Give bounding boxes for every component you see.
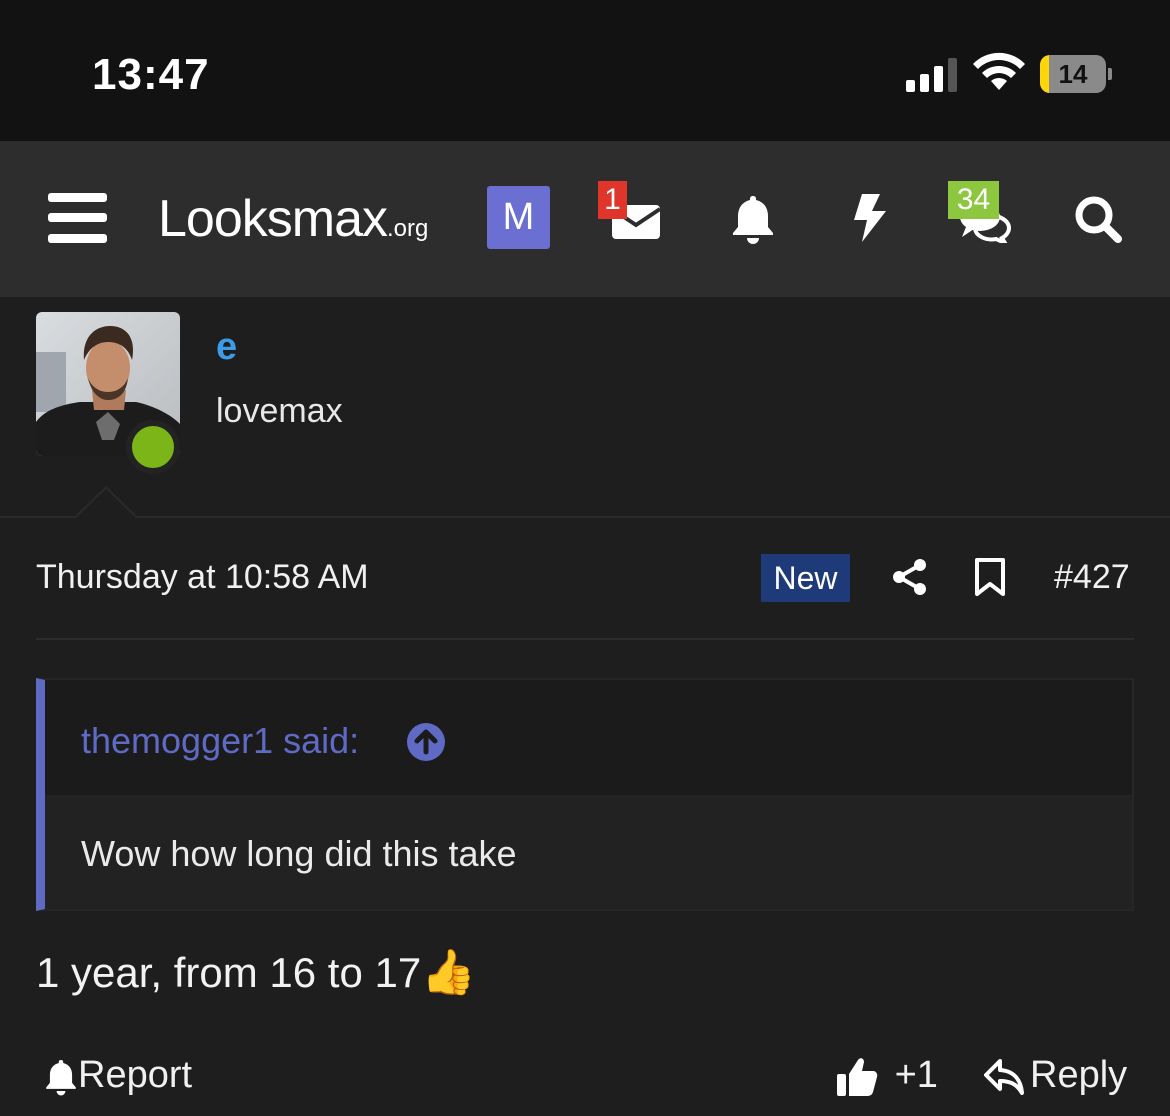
thumbs-up-emoji: 👍 (421, 948, 477, 997)
post-date[interactable]: Thursday at 10:58 AM (36, 558, 369, 597)
go-to-quoted-post-icon[interactable] (406, 722, 446, 762)
battery-icon: 14 (1040, 55, 1112, 93)
post-number-link[interactable]: #427 (1054, 558, 1130, 597)
reply-arrow-icon (984, 1058, 1024, 1095)
share-icon[interactable] (890, 557, 930, 597)
site-logo[interactable]: Looksmax.org (158, 189, 428, 249)
lightning-icon[interactable] (852, 194, 888, 242)
report-label: Report (78, 1054, 193, 1096)
menu-icon[interactable] (48, 193, 108, 243)
inbox-count-badge: 1 (598, 181, 627, 219)
status-bar: 13:47 14 (0, 0, 1170, 141)
logo-tld-text: .org (387, 215, 429, 242)
quote-author-link[interactable]: themogger1 said: (81, 720, 359, 762)
like-button[interactable]: +1 (836, 1054, 938, 1104)
reply-label: Reply (1030, 1054, 1128, 1096)
quote-body: Wow how long did this take (45, 795, 1132, 909)
post-username[interactable]: e (216, 326, 237, 369)
thumbs-up-icon (837, 1058, 878, 1096)
post-body-text: 1 year, from 16 to 17 (36, 949, 422, 996)
quote-text: Wow how long did this take (81, 833, 517, 874)
quote-block: themogger1 said: Wow how long did this t… (36, 678, 1134, 911)
battery-level: 14 (1058, 59, 1088, 89)
quote-header: themogger1 said: (45, 680, 1132, 795)
post-body: 1 year, from 16 to 17👍 (36, 946, 476, 998)
divider (36, 638, 1134, 640)
logo-main-text: Looksmax (158, 190, 388, 248)
chats-count-badge: 34 (948, 181, 999, 219)
top-navigation: Looksmax.org M 1 34 (0, 141, 1170, 297)
divider (0, 516, 1170, 518)
user-title: lovemax (216, 392, 343, 430)
bell-icon (46, 1059, 76, 1096)
bookmark-icon[interactable] (970, 557, 1010, 597)
cellular-signal-icon (906, 56, 960, 92)
account-avatar-button[interactable]: M (487, 186, 550, 249)
new-badge: New (761, 554, 850, 602)
online-status-indicator (126, 420, 180, 474)
search-icon[interactable] (1074, 195, 1122, 243)
like-count: +1 (894, 1054, 938, 1096)
reply-button[interactable]: Reply (984, 1054, 1127, 1104)
status-time: 13:47 (92, 50, 210, 99)
wifi-icon (973, 52, 1025, 90)
report-button[interactable]: Report (44, 1054, 192, 1104)
bell-icon[interactable] (730, 194, 776, 244)
